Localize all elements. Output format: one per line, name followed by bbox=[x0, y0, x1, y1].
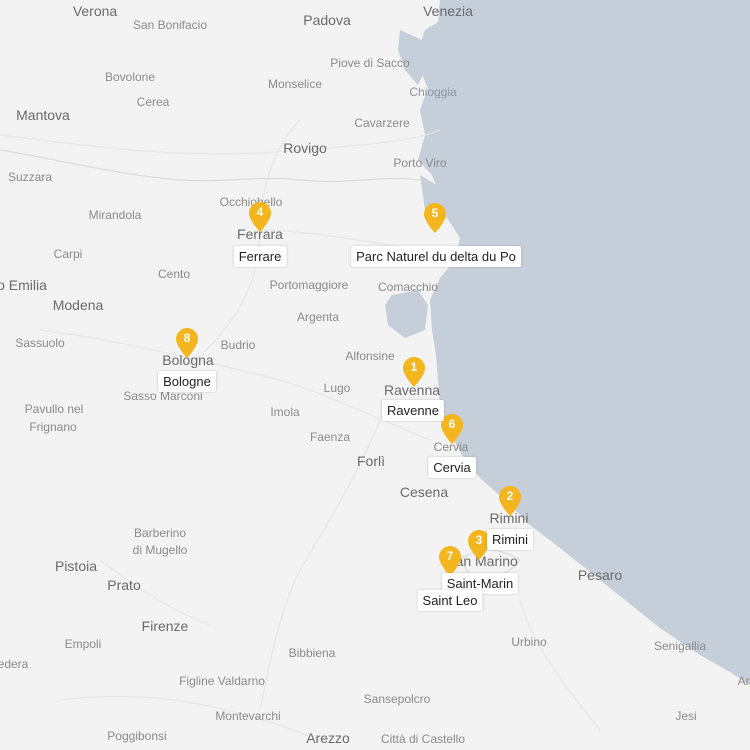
marker-number: 4 bbox=[256, 205, 264, 219]
marker-number: 2 bbox=[506, 489, 514, 503]
map-canvas[interactable]: Verona San Bonifacio Padova Venezia Bovo… bbox=[0, 0, 750, 750]
marker-label-7[interactable]: Saint Leo bbox=[417, 590, 483, 611]
marker-number: 1 bbox=[410, 360, 418, 374]
marker-label-4[interactable]: Ferrare bbox=[233, 246, 287, 267]
marker-pin-7[interactable]: 7 bbox=[439, 546, 461, 576]
marker-pin-8[interactable]: 8 bbox=[176, 328, 198, 358]
marker-label-5[interactable]: Parc Naturel du delta du Po bbox=[351, 246, 521, 267]
marker-label-8[interactable]: Bologne bbox=[158, 371, 216, 392]
marker-label-1[interactable]: Ravenne bbox=[381, 400, 445, 421]
map-terrain bbox=[0, 0, 750, 750]
marker-label-6[interactable]: Cervia bbox=[428, 457, 476, 478]
marker-pin-2[interactable]: 2 bbox=[499, 486, 521, 516]
marker-label-2[interactable]: Rimini bbox=[486, 529, 534, 550]
marker-pin-1[interactable]: 1 bbox=[403, 357, 425, 387]
marker-pin-6[interactable]: 6 bbox=[441, 414, 463, 444]
marker-pin-5[interactable]: 5 bbox=[424, 203, 446, 233]
marker-pin-4[interactable]: 4 bbox=[249, 202, 271, 232]
marker-number: 7 bbox=[446, 549, 454, 563]
marker-number: 8 bbox=[183, 331, 191, 345]
marker-number: 6 bbox=[448, 417, 456, 431]
marker-number: 5 bbox=[431, 206, 439, 220]
